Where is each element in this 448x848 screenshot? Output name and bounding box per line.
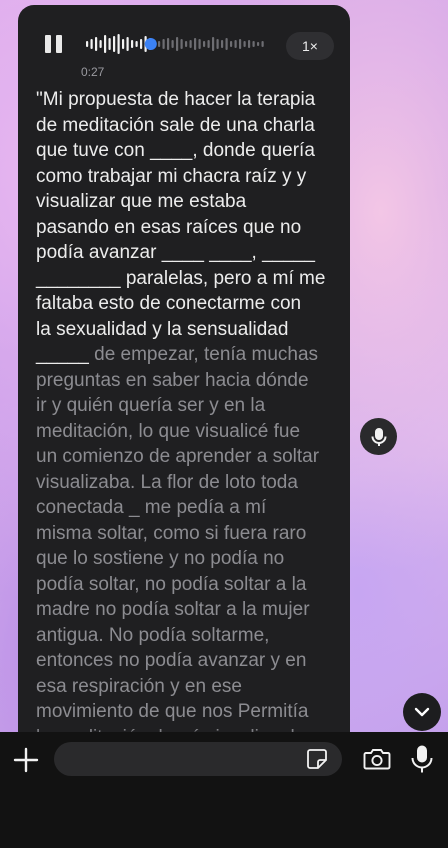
waveform-bar xyxy=(243,41,246,47)
waveform-bar xyxy=(122,39,125,49)
waveform-bar xyxy=(117,34,120,54)
microphone-icon[interactable] xyxy=(410,744,434,774)
waveform-bar xyxy=(221,40,224,48)
waveform-bar xyxy=(216,39,219,49)
playhead-handle[interactable] xyxy=(144,38,157,50)
playback-speed-button[interactable]: 1× xyxy=(286,32,334,60)
waveform-bar xyxy=(95,37,98,51)
waveform-bar xyxy=(135,41,138,47)
waveform-bar xyxy=(104,35,107,53)
waveform-bar xyxy=(86,41,89,47)
waveform-bar xyxy=(239,39,242,49)
waveform-bar xyxy=(248,40,251,48)
waveform-bar xyxy=(207,40,210,48)
waveform-bar xyxy=(225,38,228,50)
waveform-bar xyxy=(158,41,161,47)
message-input[interactable] xyxy=(54,742,342,776)
transcript-rest: de empezar, tenía muchas preguntas en sa… xyxy=(36,344,320,765)
waveform-bar xyxy=(185,41,188,47)
waveform-bar xyxy=(131,40,134,48)
sticker-icon[interactable] xyxy=(306,748,328,770)
waveform-bar xyxy=(194,38,197,50)
transcript-main: "Mi propuesta de hacer la terapia de med… xyxy=(36,89,326,365)
waveform-bar xyxy=(180,39,183,49)
composer-bar xyxy=(0,732,448,848)
pause-icon[interactable] xyxy=(44,35,64,53)
waveform-bar xyxy=(171,40,174,48)
waveform-bar xyxy=(212,37,215,51)
waveform-bar xyxy=(230,41,233,47)
waveform-bar xyxy=(257,42,260,46)
waveform-bar xyxy=(162,39,165,49)
waveform-bar xyxy=(203,41,206,47)
waveform-bar xyxy=(234,40,237,48)
waveform-bar xyxy=(99,40,102,48)
voice-message-bubble: 1× 0:27 "Mi propuesta de hacer la terapi… xyxy=(18,5,350,765)
waveform-bar xyxy=(140,39,143,49)
chevron-down-icon xyxy=(414,707,430,717)
waveform-bar xyxy=(198,39,201,49)
waveform-bar xyxy=(252,41,255,47)
waveform-bar xyxy=(189,40,192,48)
elapsed-time: 0:27 xyxy=(81,65,105,79)
waveform-bar xyxy=(90,39,93,49)
waveform-bar xyxy=(167,38,170,50)
plus-icon[interactable] xyxy=(12,746,40,774)
microphone-icon xyxy=(371,427,386,446)
audio-player: 1× 0:27 xyxy=(18,5,350,85)
waveform-bar xyxy=(176,37,179,51)
waveform-bar xyxy=(261,41,264,47)
audio-waveform[interactable] xyxy=(86,32,266,56)
scroll-down-button[interactable] xyxy=(403,693,441,731)
waveform-bar xyxy=(108,38,111,50)
waveform-bar xyxy=(113,36,116,52)
waveform-bar xyxy=(126,37,129,51)
transcript-text: "Mi propuesta de hacer la terapia de med… xyxy=(36,87,342,765)
transcribe-microphone-button[interactable] xyxy=(360,418,397,455)
camera-icon[interactable] xyxy=(363,746,391,772)
